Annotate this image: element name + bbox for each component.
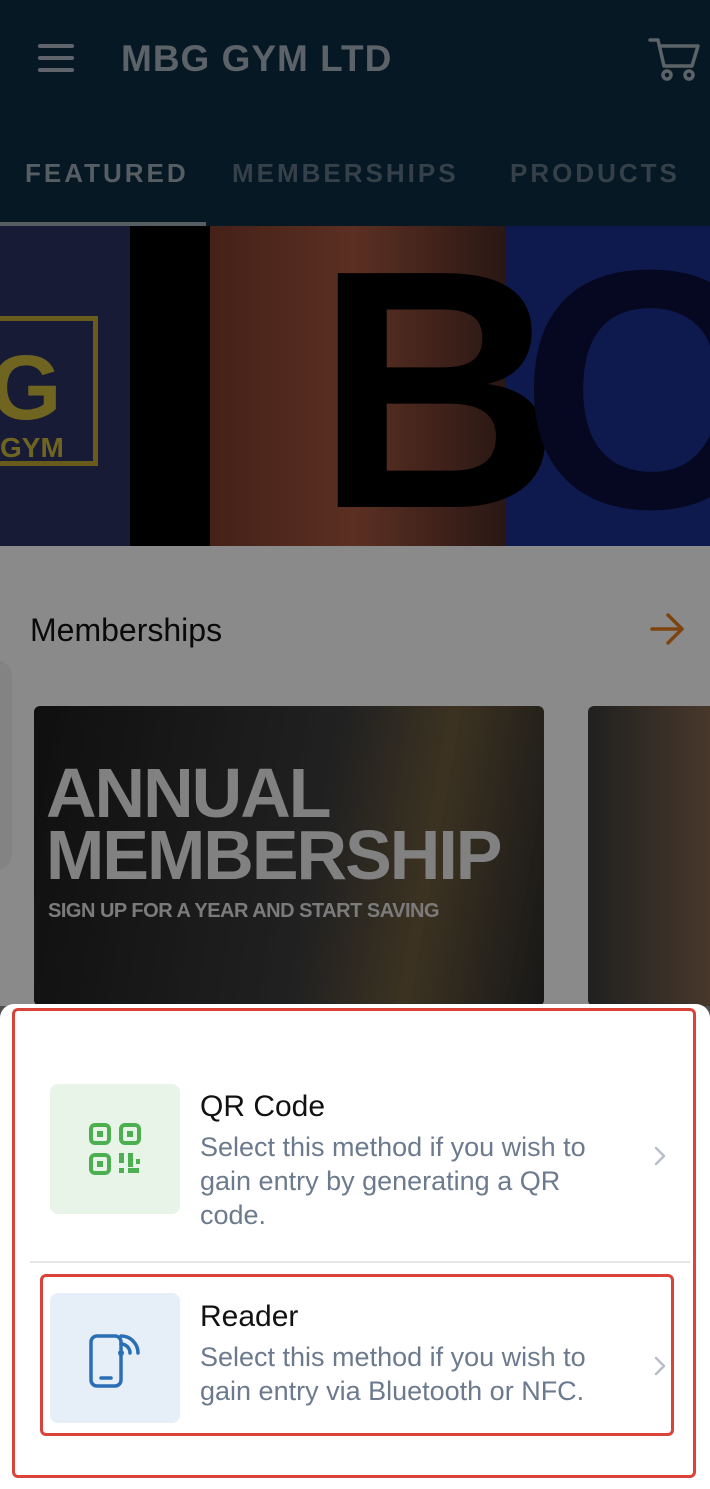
memberships-section-title: Memberships	[30, 612, 223, 648]
qr-icon-tile	[50, 1084, 180, 1214]
app-screen: MBG GYM LTD FEATURED MEMBERSHIPS PRODUCT…	[0, 0, 710, 1489]
card-subline: SIGN UP FOR A YEAR AND START SAVING	[48, 900, 440, 922]
phone-signal-icon	[89, 1334, 140, 1388]
membership-card-annual[interactable]: ANNUAL MEMBERSHIP SIGN UP FOR A YEAR AND…	[34, 706, 544, 1006]
card-headline-line1: ANNUAL	[46, 754, 332, 832]
tab-bar: FEATURED MEMBERSHIPS PRODUCTS	[0, 122, 710, 226]
reader-option-title: Reader	[200, 1300, 299, 1333]
arrow-right-icon[interactable]	[650, 612, 686, 646]
chevron-right-icon	[654, 1356, 666, 1376]
cart-icon[interactable]	[648, 36, 700, 82]
app-title: MBG GYM LTD	[121, 38, 393, 79]
entry-method-sheet: QR Code Select this method if you wish t…	[0, 1004, 710, 1489]
qr-option-description: Select this method if you wish to gain e…	[200, 1132, 586, 1230]
hero-letter-c: C	[520, 226, 710, 546]
app-header: MBG GYM LTD	[0, 0, 710, 122]
chevron-right-icon	[654, 1146, 666, 1166]
reader-option-description: Select this method if you wish to gain e…	[200, 1342, 586, 1406]
options-divider	[30, 1261, 690, 1263]
card-headline-line2: MEMBERSHIP	[46, 816, 502, 894]
memberships-section: Memberships ANNUAL MEMBERSHIP SIGN UP FO…	[0, 546, 710, 1006]
qr-code-icon	[89, 1123, 141, 1175]
tab-products[interactable]: PRODUCTS	[510, 158, 680, 189]
hero-banner[interactable]: B C G GYM	[0, 226, 710, 546]
qr-code-option[interactable]: QR Code Select this method if you wish t…	[30, 1064, 690, 1254]
qr-option-title: QR Code	[200, 1090, 326, 1123]
reader-option[interactable]: Reader Select this method if you wish to…	[30, 1274, 690, 1464]
membership-card-next[interactable]	[588, 706, 710, 1006]
card-headline: ANNUAL MEMBERSHIP	[46, 754, 502, 894]
hero-black-stripe	[130, 226, 210, 546]
tab-featured[interactable]: FEATURED	[25, 158, 189, 189]
gym-logo-letter: G	[0, 337, 62, 439]
tab-memberships[interactable]: MEMBERSHIPS	[232, 158, 459, 189]
reader-icon-tile	[50, 1293, 180, 1423]
gym-logo-text: GYM	[0, 432, 64, 463]
hamburger-menu-icon[interactable]	[36, 44, 76, 74]
side-drawer-handle[interactable]	[0, 660, 12, 870]
